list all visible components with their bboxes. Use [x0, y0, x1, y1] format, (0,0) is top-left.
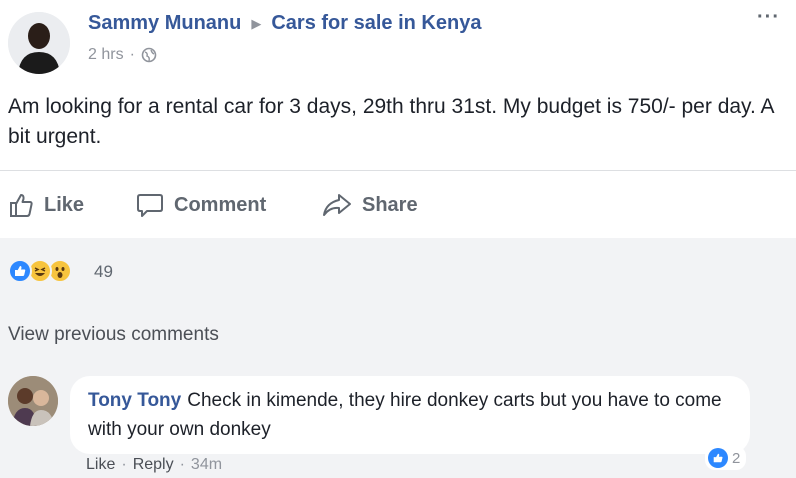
post-title-line: Sammy Munanu ▶ Cars for sale in Kenya — [88, 12, 481, 35]
share-icon — [323, 194, 351, 216]
commenter-avatar[interactable] — [8, 376, 58, 426]
post-meta: 2 hrs · — [88, 46, 157, 64]
comment-bubble: Tony Tony Check in kimende, they hire don… — [70, 376, 750, 454]
author-avatar[interactable] — [8, 12, 70, 74]
comment-actions: Like · Reply · 34m — [86, 456, 222, 474]
like-reaction-icon — [8, 259, 32, 283]
thumbs-up-icon — [10, 194, 33, 217]
post-header: Sammy Munanu ▶ Cars for sale in Kenya 2 … — [0, 0, 796, 80]
like-button[interactable]: Like — [8, 192, 84, 218]
arrow-right-icon: ▶ — [251, 15, 262, 31]
share-label: Share — [362, 193, 418, 216]
comment-reaction-count: 2 — [732, 449, 741, 467]
avatar-image — [8, 12, 70, 74]
author-name[interactable]: Sammy Munanu — [88, 12, 241, 35]
comments-section: View previous comments Tony Tony Check in… — [0, 306, 796, 478]
reaction-count[interactable]: 49 — [94, 262, 113, 282]
view-previous-comments-link[interactable]: View previous comments — [8, 324, 219, 346]
comment-icon — [137, 194, 163, 217]
like-reaction-icon — [708, 448, 728, 468]
reaction-icons[interactable] — [8, 259, 72, 283]
comment-reply-link[interactable]: Reply — [133, 456, 174, 474]
comment-like-link[interactable]: Like — [86, 456, 115, 474]
divider — [0, 170, 796, 171]
group-name[interactable]: Cars for sale in Kenya — [271, 12, 481, 35]
separator: · — [179, 456, 185, 473]
comment-label: Comment — [174, 193, 267, 216]
comment-reactions[interactable]: 2 — [705, 446, 747, 470]
more-options-icon[interactable]: ··· — [757, 6, 780, 29]
globe-icon — [141, 47, 157, 63]
comment-button[interactable]: Comment — [136, 192, 266, 218]
post-body: Am looking for a rental car for 3 days, … — [8, 95, 774, 148]
like-label: Like — [44, 193, 85, 216]
post-actions: Like Comment Share — [0, 176, 796, 236]
post-time[interactable]: 2 hrs — [88, 46, 124, 64]
separator: · — [121, 456, 127, 473]
reactions-bar: 49 — [0, 238, 796, 306]
commenter-photo — [8, 376, 58, 426]
comment-time[interactable]: 34m — [191, 456, 222, 474]
comment-author[interactable]: Tony Tony — [88, 390, 181, 411]
meta-separator: · — [129, 46, 135, 63]
share-button[interactable]: Share — [322, 192, 418, 218]
comment-text: Check in kimende, they hire donkey carts… — [88, 390, 722, 440]
